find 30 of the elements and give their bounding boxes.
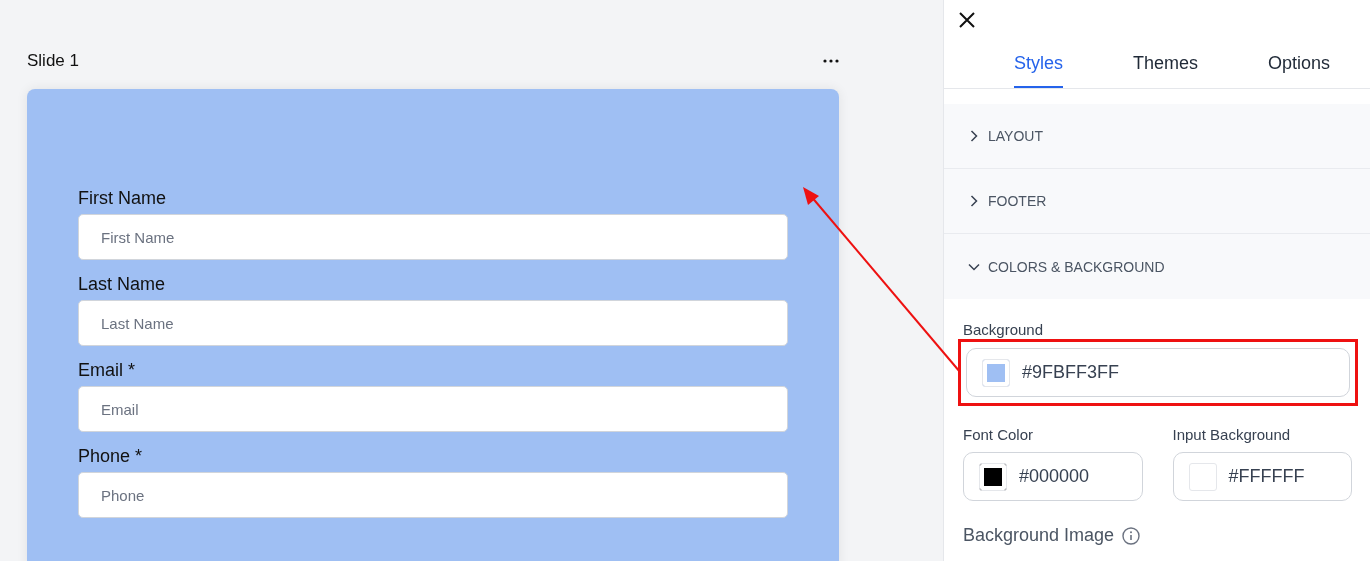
tab[interactable]: Themes <box>1133 53 1199 88</box>
section-header[interactable]: LAYOUT <box>944 104 1370 169</box>
close-icon[interactable] <box>959 12 975 28</box>
color-field[interactable]: #000000 <box>963 452 1143 501</box>
section-header[interactable]: COLORS & BACKGROUND <box>944 234 1370 299</box>
field-label: First Name <box>78 187 167 209</box>
info-icon[interactable] <box>1122 526 1141 545</box>
input-field[interactable]: Phone <box>78 472 788 518</box>
color-field[interactable]: #FFFFFF <box>1172 452 1352 501</box>
input-field[interactable]: Last Name <box>78 300 788 346</box>
slide-title: Slide 1 <box>27 51 79 71</box>
color-field[interactable]: #9FBFF3FF <box>966 348 1350 397</box>
field-label: Background <box>963 321 1045 338</box>
field-label: Input Background <box>1172 426 1292 443</box>
field-label: Phone * <box>78 445 144 467</box>
color-swatch[interactable] <box>1188 462 1217 491</box>
field-label: Email * <box>78 359 136 381</box>
chevron-right-icon <box>968 195 980 207</box>
input-field[interactable]: Email <box>78 386 788 432</box>
field-label: Last Name <box>78 273 167 295</box>
more-icon[interactable] <box>823 59 839 63</box>
section-header[interactable]: FOOTER <box>944 169 1370 234</box>
color-swatch[interactable] <box>982 358 1010 387</box>
chevron-right-icon <box>968 130 980 142</box>
tab[interactable]: Styles <box>1014 53 1064 88</box>
tab[interactable]: Options <box>1268 53 1331 88</box>
input-field[interactable]: First Name <box>78 214 788 260</box>
field-label: Background Image <box>963 525 1115 546</box>
field-label: Font Color <box>963 426 1035 443</box>
color-swatch[interactable] <box>979 462 1007 491</box>
